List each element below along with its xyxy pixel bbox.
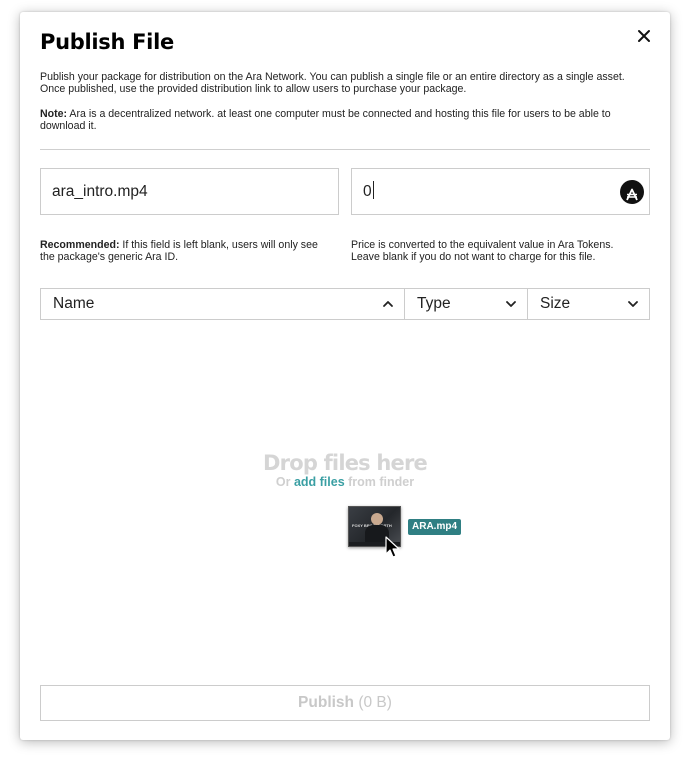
price-value: 0 — [363, 183, 372, 200]
publish-button-label: Publish — [298, 694, 355, 711]
price-hint: Price is converted to the equivalent val… — [351, 239, 614, 263]
modal-title: Publish File — [40, 30, 174, 54]
drop-prefix: Or — [275, 475, 294, 489]
dragged-file-badge: ARA.mp4 — [408, 519, 462, 535]
publish-button-size: (0 B) — [354, 694, 392, 711]
thumbnail-person-head — [371, 513, 383, 525]
publish-file-modal: Publish File Publish your package for di… — [20, 12, 670, 740]
package-name-value: ara_intro.mp4 — [52, 183, 148, 200]
divider — [40, 149, 650, 150]
price-input[interactable]: 0 — [351, 168, 650, 215]
close-icon[interactable] — [636, 28, 652, 44]
name-hint: Recommended: If this field is left blank… — [40, 239, 332, 263]
modal-note: Note: Ara is a decentralized network. at… — [40, 108, 638, 132]
chevron-down-icon — [628, 301, 638, 307]
column-label-name: Name — [53, 295, 95, 312]
drop-zone-subtitle: Or add files from finder — [20, 475, 670, 489]
publish-button[interactable]: Publish (0 B) — [40, 685, 650, 721]
column-label-size: Size — [540, 295, 571, 312]
column-header-type[interactable]: Type — [405, 289, 528, 319]
add-files-link[interactable]: add files — [294, 475, 345, 489]
column-header-size[interactable]: Size — [528, 289, 649, 319]
note-text: Ara is a decentralized network. at least… — [40, 108, 611, 132]
package-name-input[interactable]: ara_intro.mp4 — [40, 168, 339, 215]
column-header-name[interactable]: Name — [41, 289, 405, 319]
text-caret — [372, 181, 374, 199]
ara-token-icon — [620, 180, 644, 204]
name-hint-label: Recommended: — [40, 239, 120, 251]
drop-zone-title: Drop files here — [263, 451, 428, 475]
column-label-type: Type — [417, 295, 451, 312]
note-label: Note: — [40, 108, 68, 120]
chevron-down-icon — [506, 301, 516, 307]
modal-description: Publish your package for distribution on… — [40, 71, 625, 95]
file-table-header: Name Type Size — [40, 288, 650, 320]
chevron-up-icon — [383, 301, 393, 307]
mouse-cursor-icon — [385, 536, 400, 558]
drop-suffix: from finder — [344, 475, 415, 489]
